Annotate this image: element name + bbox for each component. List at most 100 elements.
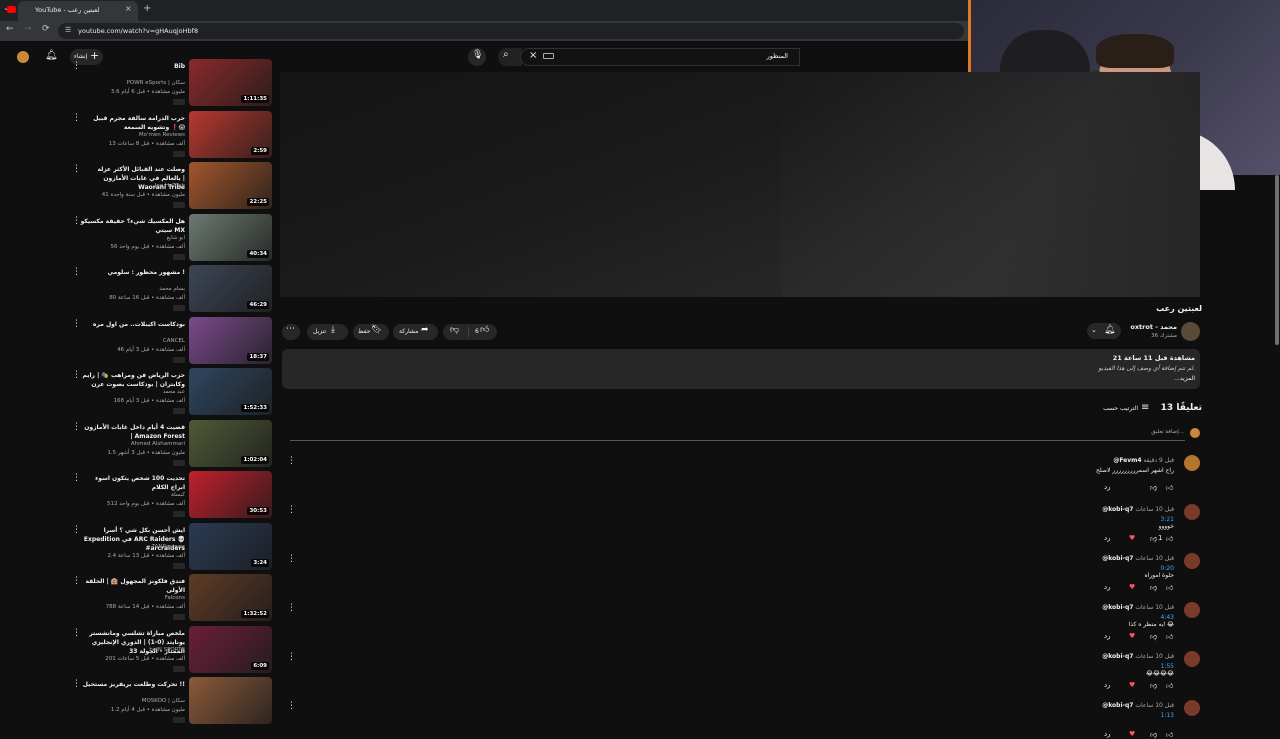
reload-icon[interactable]: ⟳	[42, 24, 50, 34]
video-menu-icon[interactable]: ⋮	[72, 370, 81, 380]
related-video-title[interactable]: قضيت 4 أيام داخل غابات الأمازون | Amazon…	[80, 423, 185, 441]
dislike-icon[interactable]: 👎︎	[1150, 534, 1157, 543]
like-icon[interactable]: 👍︎	[1166, 583, 1173, 592]
related-video-title[interactable]: مشهور محظور : سلومي !	[80, 268, 186, 277]
related-video-title[interactable]: هل المكسيك شيء؟ حقيقة مكسيكو سيتي MX	[80, 217, 185, 235]
comment-avatar[interactable]	[1184, 651, 1200, 667]
video-menu-icon[interactable]: ⋮	[72, 628, 81, 638]
forward-arrow-icon[interactable]: →	[24, 24, 32, 34]
channel-avatar[interactable]	[1181, 322, 1200, 341]
comment-timestamp-link[interactable]: 3:21	[1161, 516, 1174, 523]
related-video-title[interactable]: بودكاست اكيبلات.. من اول مره	[80, 320, 185, 329]
video-menu-icon[interactable]: ⋮	[72, 61, 81, 71]
video-menu-icon[interactable]: ⋮	[72, 473, 81, 483]
related-video-title[interactable]: فندق فلكونز المجهول 🏨 | الحلقة الأولى	[80, 577, 185, 595]
comment-menu-icon[interactable]: ⋮	[287, 505, 296, 515]
related-video-channel[interactable]: MOSKOO | سكان	[80, 698, 185, 704]
comment-menu-icon[interactable]: ⋮	[287, 456, 296, 466]
reply-button[interactable]: رد	[1104, 583, 1111, 591]
comment-time[interactable]: قبل 10 ساعات	[1135, 555, 1174, 562]
related-video-title[interactable]: تحركت وطلعت بريفريز مستحيل !!	[80, 680, 185, 689]
account-avatar[interactable]	[17, 51, 29, 63]
video-thumbnail[interactable]: 2:59	[189, 110, 272, 158]
video-thumbnail[interactable]: 6:09	[189, 625, 272, 673]
comment-menu-icon[interactable]: ⋮	[287, 652, 296, 662]
video-menu-icon[interactable]: ⋮	[72, 164, 81, 174]
like-icon[interactable]: 👍︎	[1166, 681, 1173, 690]
sort-button[interactable]: الترتيب حسب	[1090, 405, 1138, 412]
dislike-icon[interactable]: 👎︎	[450, 325, 459, 335]
like-icon[interactable]: 👍︎	[1166, 632, 1173, 641]
comment-timestamp-link[interactable]: 1:55	[1161, 663, 1174, 670]
related-video-channel[interactable]: عبد محمد	[80, 389, 185, 395]
video-thumbnail[interactable]: 1:02:04	[189, 419, 272, 467]
bell-icon[interactable]: 🔔︎	[45, 50, 58, 61]
back-arrow-icon[interactable]: ←	[6, 24, 14, 34]
related-video-channel[interactable]: ابو شايع	[80, 235, 185, 241]
like-icon[interactable]: 👍︎	[1166, 730, 1173, 739]
reply-button[interactable]: رد	[1104, 681, 1111, 689]
video-thumbnail[interactable]: 18:37	[189, 316, 272, 364]
clear-search-icon[interactable]: ×	[529, 50, 537, 61]
comment-time[interactable]: قبل 10 ساعات	[1135, 506, 1174, 513]
comment-timestamp-link[interactable]: 0:20	[1161, 565, 1174, 572]
reply-button[interactable]: رد	[1104, 632, 1111, 640]
like-icon[interactable]: 👍︎	[1166, 534, 1173, 543]
comment-author[interactable]: @kobi-q7	[1102, 506, 1133, 513]
description-more-link[interactable]: ...المزيد	[1000, 375, 1195, 382]
url-text[interactable]: youtube.com/watch?v=gHAuqjoHbf8	[78, 27, 198, 35]
video-menu-icon[interactable]: ⋮	[72, 216, 81, 226]
related-video-title[interactable]: Bib	[80, 62, 185, 71]
video-thumbnail[interactable]: 22:25	[189, 162, 272, 209]
keyboard-icon[interactable]	[543, 53, 554, 59]
video-thumbnail[interactable]: 1:52:33	[189, 368, 272, 415]
reply-button[interactable]: رد	[1104, 730, 1111, 738]
related-video-channel[interactable]: Mo'men Reviews	[80, 132, 185, 138]
video-menu-icon[interactable]: ⋮	[72, 576, 81, 586]
comment-author[interactable]: @kobi-q7	[1102, 702, 1133, 709]
site-info-icon[interactable]: ☰	[65, 26, 71, 34]
comment-timestamp-link[interactable]: 1:13	[1161, 712, 1174, 719]
search-query[interactable]: المنظور	[560, 52, 788, 60]
comment-timestamp-link[interactable]: 4:43	[1161, 614, 1174, 621]
search-button[interactable]	[498, 48, 522, 66]
dislike-icon[interactable]: 👎︎	[1150, 730, 1157, 739]
sort-icon[interactable]: ≡	[1141, 402, 1149, 413]
video-thumbnail[interactable]	[189, 677, 272, 724]
reply-button[interactable]: رد	[1104, 534, 1111, 542]
dislike-icon[interactable]: 👎︎	[1150, 632, 1157, 641]
related-video-channel[interactable]: بسام محمد	[80, 286, 185, 292]
dislike-icon[interactable]: 👎︎	[1150, 583, 1157, 592]
related-video-channel[interactable]: TANReviews	[80, 544, 185, 550]
comment-avatar[interactable]	[1184, 700, 1200, 716]
video-thumbnail[interactable]: 30:53	[189, 471, 272, 518]
page-scrollbar[interactable]	[1275, 175, 1279, 345]
related-video-channel[interactable]: beIN SPORTS	[80, 647, 185, 653]
video-menu-icon[interactable]: ⋮	[72, 422, 81, 432]
like-icon[interactable]: 👍︎	[1166, 483, 1173, 492]
dislike-icon[interactable]: 👎︎	[1150, 483, 1157, 492]
new-tab-button[interactable]: +	[143, 3, 151, 14]
comment-time[interactable]: قبل 9 دقيقة	[1144, 457, 1174, 464]
related-video-channel[interactable]: POWR eSports | سكان	[80, 80, 185, 86]
comment-menu-icon[interactable]: ⋮	[287, 603, 296, 613]
video-thumbnail[interactable]: 40:34	[189, 213, 272, 261]
related-video-title[interactable]: تحديت 100 شخص يتكون اسوء ابراج الكلام	[80, 474, 185, 492]
comment-author[interactable]: @kobi-q7	[1102, 555, 1133, 562]
comment-menu-icon[interactable]: ⋮	[287, 701, 296, 711]
dislike-icon[interactable]: 👎︎	[1150, 681, 1157, 690]
related-video-channel[interactable]: Falcons	[80, 595, 185, 601]
comment-avatar[interactable]	[1184, 553, 1200, 569]
related-video-channel[interactable]: Ahmed Alshammari	[80, 441, 185, 447]
related-video-title[interactable]: حزب الرياض فن ومراهب 🎭 | رايم وكابتران |…	[80, 371, 185, 389]
video-thumbnail[interactable]: 46:29	[189, 265, 272, 312]
comment-author[interactable]: @kobi-q7	[1102, 653, 1133, 660]
related-video-title[interactable]: حرب الدرامة سالفة مجرم قبيل وتشويه السمع…	[80, 114, 185, 132]
related-video-channel[interactable]: CANCEL	[80, 338, 185, 344]
comment-time[interactable]: قبل 10 ساعات	[1135, 604, 1174, 611]
related-video-channel[interactable]: Joe HaTTab	[80, 183, 185, 189]
comment-time[interactable]: قبل 10 ساعات	[1135, 653, 1174, 660]
video-menu-icon[interactable]: ⋮	[72, 679, 81, 689]
comment-avatar[interactable]	[1184, 504, 1200, 520]
related-video-channel[interactable]: كنسلة	[80, 492, 185, 498]
